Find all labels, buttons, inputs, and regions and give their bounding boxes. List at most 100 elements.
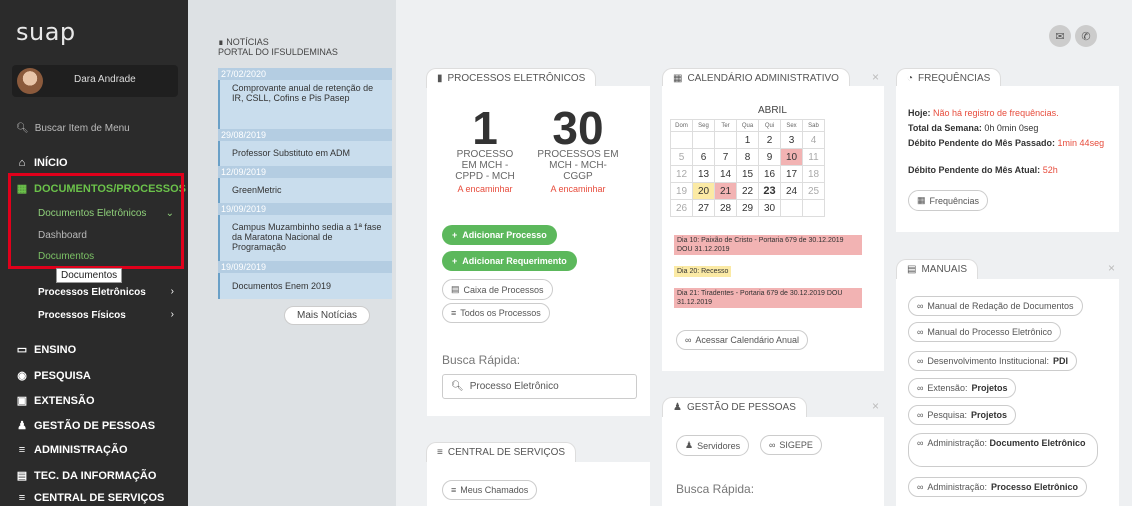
calendar-day[interactable]: 12 [670, 165, 693, 183]
globe-icon: ◉ [17, 370, 27, 382]
user-box[interactable]: Dara Andrade [12, 65, 178, 97]
calendar-day-today[interactable]: 23 [758, 182, 781, 200]
mail-icon[interactable]: ✉ [1049, 25, 1071, 47]
calendar-day[interactable]: 6 [692, 148, 715, 166]
tab-gestao-pessoas[interactable]: ♟ GESTÃO DE PESSOAS [662, 397, 807, 417]
calendar-day[interactable]: 16 [758, 165, 781, 183]
nav-processos-eletronicos[interactable]: Processos Eletrônicos [38, 287, 146, 298]
processo-count-1[interactable]: 1 [450, 101, 520, 155]
add-requerimento-button[interactable]: + Adicionar Requerimento [442, 251, 577, 271]
calendar-day[interactable]: 17 [780, 165, 803, 183]
calendar-day[interactable]: 30 [758, 199, 781, 217]
caixa-processos-label: Caixa de Processos [463, 284, 544, 295]
freq-atual: Débito Pendente do Mês Atual: 52h [908, 165, 1058, 175]
busca-rapida-label: Busca Rápida: [442, 353, 521, 367]
calendar-day[interactable]: 10 [780, 148, 803, 166]
nav-tec-informacao[interactable]: ▤ TEC. DA INFORMAÇÃO [16, 469, 157, 483]
tab-manuais[interactable]: ▤ MANUAIS [896, 259, 979, 279]
calendar-day[interactable]: 2 [758, 131, 781, 149]
calendario-anual-link[interactable]: ∞ Acessar Calendário Anual [676, 330, 808, 350]
manual-link[interactable]: ∞ Manual do Processo Eletrônico [908, 322, 1061, 342]
calendar-day[interactable]: 21 [714, 182, 737, 200]
nav-extensao[interactable]: ▣ EXTENSÃO [16, 394, 95, 408]
calendar-day[interactable]: 13 [692, 165, 715, 183]
close-icon[interactable]: × [1108, 261, 1115, 275]
book-icon: ▤ [907, 264, 917, 275]
manual-link[interactable]: ∞ Administração: Processo Eletrônico [908, 477, 1087, 497]
calendar-day[interactable]: 19 [670, 182, 693, 200]
calendar-day[interactable]: 20 [692, 182, 715, 200]
caixa-processos-button[interactable]: ▤ Caixa de Processos [442, 279, 553, 300]
meus-chamados-button[interactable]: ≡ Meus Chamados [442, 480, 538, 500]
close-icon[interactable]: × [872, 399, 879, 413]
calendar-day[interactable]: 25 [802, 182, 825, 200]
tab-calendario[interactable]: ▦ CALENDÁRIO ADMINISTRATIVO [662, 68, 850, 88]
news-item[interactable]: GreenMetric [218, 178, 392, 203]
calendar-day[interactable]: 18 [802, 165, 825, 183]
frequencias-button-label: Frequências [929, 195, 980, 206]
close-icon[interactable]: × [872, 70, 879, 84]
sigepe-button[interactable]: ∞ SIGEPE [760, 435, 822, 455]
phone-icon[interactable]: ✆ [1075, 25, 1097, 47]
manual-link[interactable]: ∞ Pesquisa: Projetos [908, 405, 1016, 425]
calendar-day[interactable]: 9 [758, 148, 781, 166]
nav-ensino[interactable]: ▭ ENSINO [16, 343, 77, 357]
calendar-day[interactable]: 26 [670, 199, 693, 217]
calendar-day[interactable]: 15 [736, 165, 759, 183]
list-icon: ≡ [437, 447, 443, 458]
calendar-day[interactable]: 5 [670, 148, 693, 166]
news-item[interactable]: Documentos Enem 2019 [218, 273, 392, 299]
tab-frequencias[interactable]: ◔ FREQUÊNCIAS [896, 68, 1002, 88]
freq-passado-value: 1min 44seg [1057, 138, 1105, 148]
nav-pesquisa[interactable]: ◉ PESQUISA [16, 369, 91, 383]
encaminhar-link-1[interactable]: A encaminhar [448, 184, 522, 194]
nav-inicio[interactable]: ⌂ INÍCIO [16, 157, 68, 169]
suap-logo[interactable]: suap [16, 18, 76, 46]
nav-ensino-label: ENSINO [34, 343, 77, 356]
add-requerimento-label: Adicionar Requerimento [462, 256, 567, 266]
news-title: NOTÍCIAS [226, 37, 269, 47]
freq-semana-value: 0h 0min 0seg [984, 123, 1039, 133]
more-news-button[interactable]: Mais Notícias [284, 306, 371, 325]
manual-link-text: Administração: [927, 482, 987, 492]
tab-central-servicos[interactable]: ≡ CENTRAL DE SERVIÇOS [426, 442, 577, 462]
calendar-day[interactable]: 1 [736, 131, 759, 149]
calendar-day[interactable]: 22 [736, 182, 759, 200]
processo-search-input[interactable]: 🔍︎ Processo Eletrônico [442, 374, 637, 399]
manual-link[interactable]: ∞ Administração: Documento Eletrônico [908, 433, 1098, 467]
processo-count-2[interactable]: 30 [536, 101, 620, 155]
encaminhar-link-2[interactable]: A encaminhar [536, 184, 620, 194]
frequencias-button[interactable]: ▦ Frequências [908, 190, 989, 211]
calendar-event: Dia 10: Paixão de Cristo - Portaria 679 … [674, 235, 862, 255]
calendar-day[interactable]: 28 [714, 199, 737, 217]
nav-inicio-label: INÍCIO [34, 157, 68, 169]
nav-pesquisa-label: PESQUISA [34, 369, 91, 382]
calendar-day[interactable]: 3 [780, 131, 803, 149]
calendar-day[interactable]: 4 [802, 131, 825, 149]
calendar-day[interactable]: 27 [692, 199, 715, 217]
manual-link[interactable]: ∞ Desenvolvimento Institucional: PDI [908, 351, 1077, 371]
news-item[interactable]: Campus Muzambinho sedia a 1ª fase da Mar… [218, 215, 392, 261]
calendar-day[interactable]: 7 [714, 148, 737, 166]
menu-search-input[interactable]: 🔍︎ Buscar Item de Menu [16, 123, 130, 134]
calendar-day[interactable]: 24 [780, 182, 803, 200]
nav-processos-fisicos[interactable]: Processos Físicos [38, 310, 126, 321]
manual-link[interactable]: ∞ Extensão: Projetos [908, 378, 1017, 398]
nav-gestao-pessoas[interactable]: ♟ GESTÃO DE PESSOAS [16, 419, 155, 433]
news-item[interactable]: Professor Substituto em ADM [218, 141, 392, 166]
calendar-day[interactable]: 11 [802, 148, 825, 166]
add-processo-button[interactable]: + Adicionar Processo [442, 225, 557, 245]
news-item[interactable]: Comprovante anual de retenção de IR, CSL… [218, 80, 392, 129]
todos-processos-button[interactable]: ≡ Todos os Processos [442, 303, 550, 323]
manual-link[interactable]: ∞ Manual de Redação de Documentos [908, 296, 1083, 316]
calendar-day[interactable]: 8 [736, 148, 759, 166]
nav-administracao[interactable]: ≡ ADMINISTRAÇÃO [16, 444, 128, 456]
search-icon: 🔍︎ [16, 123, 29, 134]
calendar-day[interactable]: 14 [714, 165, 737, 183]
tab-gestao-label: GESTÃO DE PESSOAS [686, 402, 796, 413]
news-date: 29/08/2019 [218, 129, 392, 141]
servidores-button[interactable]: ♟ Servidores [676, 435, 750, 456]
tab-processos-eletronicos[interactable]: ▮ PROCESSOS ELETRÔNICOS [426, 68, 597, 88]
calendar-day[interactable]: 29 [736, 199, 759, 217]
nav-central-servicos[interactable]: ≡ CENTRAL DE SERVIÇOS [16, 492, 165, 504]
